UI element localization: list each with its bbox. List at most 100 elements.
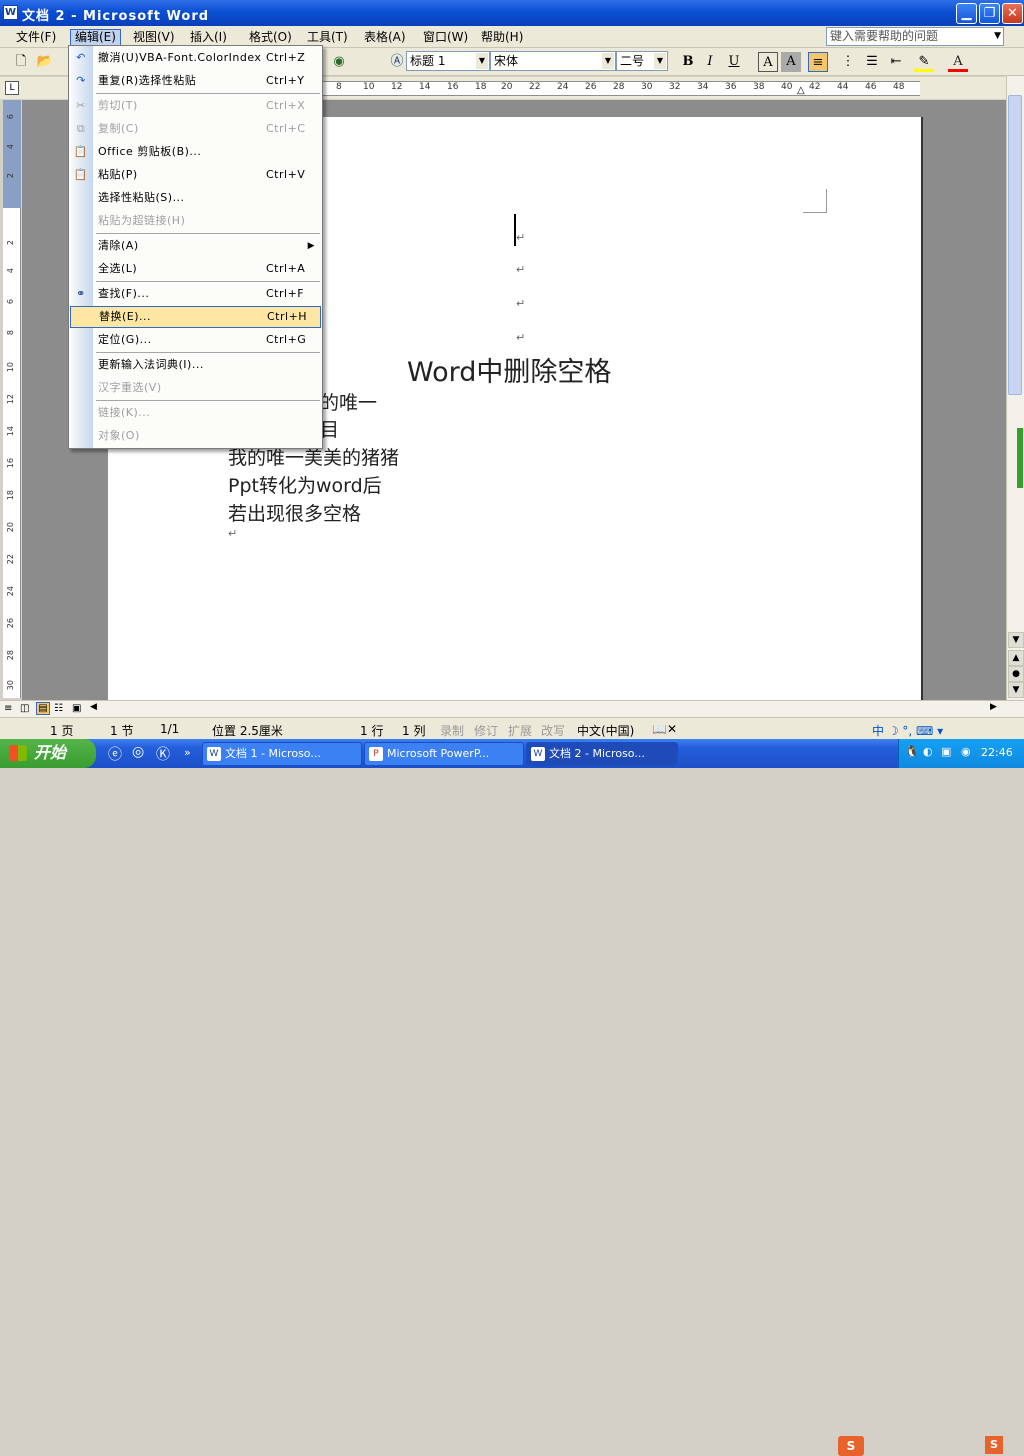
sogou-ime-icon[interactable]: S — [838, 1436, 864, 1456]
bold-button[interactable]: B — [678, 52, 698, 72]
chevron-down-icon[interactable]: ▼ — [602, 53, 614, 69]
ime-toolbar-icon[interactable]: 中 ☽ °, ⌨ ▾ — [872, 722, 943, 739]
menu-insert[interactable]: 插入(I) — [186, 29, 231, 46]
start-button[interactable]: 开始 — [0, 739, 96, 768]
taskbar-item[interactable]: P Microsoft PowerP... — [364, 742, 524, 766]
browser-quicklaunch-icon[interactable]: ◎ — [132, 744, 144, 760]
menu-view[interactable]: 视图(V) — [129, 29, 179, 46]
document-line[interactable]: 若出现很多空格 — [228, 499, 361, 526]
menu-item-office-clipboard[interactable]: 📋 Office 剪贴板(B)... — [70, 141, 321, 163]
taskbar-item[interactable]: W 文档 1 - Microso... — [202, 742, 362, 766]
security-icon[interactable]: ◉ — [961, 745, 971, 758]
previous-page-icon[interactable]: ▲ — [1008, 650, 1024, 666]
close-button[interactable]: ✕ — [1002, 3, 1023, 24]
print-view-icon[interactable]: ▤ — [36, 702, 50, 715]
qq-icon[interactable]: 🐧 — [905, 745, 919, 758]
network-icon[interactable]: ▣ — [941, 745, 951, 758]
minimize-button[interactable]: ▁ — [956, 3, 977, 24]
menu-item-label: 全选(L) — [98, 262, 138, 275]
scroll-down-icon[interactable]: ▼ — [1008, 632, 1024, 648]
title-bar: W 文档 2 - Microsoft Word ▁ ❐ ✕ — [0, 0, 1024, 26]
decrease-indent-icon[interactable]: ⇤ — [886, 52, 906, 72]
styles-pane-icon[interactable]: Ⓐ — [388, 53, 406, 71]
menu-format[interactable]: 格式(O) — [245, 29, 296, 46]
ime-skin-icon[interactable]: S — [985, 1436, 1003, 1454]
menu-item-goto[interactable]: 定位(G)... Ctrl+G — [70, 329, 321, 351]
char-shading-icon[interactable]: A — [781, 52, 801, 72]
scroll-thumb[interactable] — [1008, 95, 1022, 395]
restore-button[interactable]: ❐ — [979, 3, 1000, 24]
menu-item-redo[interactable]: ↷ 重复(R)选择性粘贴 Ctrl+Y — [70, 70, 321, 92]
bullet-list-icon[interactable]: ☰ — [862, 52, 882, 72]
quicklaunch-icon[interactable]: Ⓚ — [156, 744, 170, 764]
word-app-icon[interactable]: W — [3, 5, 18, 20]
align-justify-icon[interactable]: ≡ — [808, 52, 828, 72]
browse-object-icon[interactable]: ● — [1008, 666, 1024, 682]
ie-quicklaunch-icon[interactable]: ⓔ — [108, 744, 122, 764]
document-line[interactable]: 的唯一 — [320, 388, 377, 415]
menu-item-select-all[interactable]: 全选(L) Ctrl+A — [70, 258, 321, 280]
new-document-icon[interactable]: 🗋 — [12, 53, 30, 71]
paragraph-mark-icon: ↵ — [516, 297, 526, 310]
chevron-down-icon[interactable]: ▼ — [654, 53, 666, 69]
underline-button[interactable]: U — [724, 52, 744, 72]
document-line[interactable]: Ppt转化为word后 — [228, 471, 382, 498]
menu-file[interactable]: 文件(F) — [12, 29, 60, 46]
menu-item-paste-hyperlink[interactable]: 粘贴为超链接(H) — [70, 210, 321, 232]
status-overtype[interactable]: 改写 — [541, 722, 565, 739]
font-size-value: 二号 — [620, 54, 645, 68]
open-folder-icon[interactable]: 📂 — [36, 53, 54, 71]
paragraph-mark-icon: ↵ — [228, 527, 238, 540]
style-combo[interactable]: 标题 1 ▼ — [406, 51, 490, 71]
clock[interactable]: 22:46 — [981, 746, 1013, 759]
menu-item-undo[interactable]: ↶ 撤消(U)VBA-Font.ColorIndex Ctrl+Z — [70, 47, 321, 69]
tray-app-icon[interactable]: ◐ — [923, 745, 933, 758]
web-view-icon[interactable]: ◫ — [20, 703, 29, 714]
menu-table[interactable]: 表格(A) — [360, 29, 410, 46]
right-indent-marker-icon[interactable]: △ — [797, 85, 805, 96]
scroll-right-icon[interactable]: ▶ — [990, 702, 997, 712]
menu-item-paste[interactable]: 📋 粘贴(P) Ctrl+V — [70, 164, 321, 186]
menu-help[interactable]: 帮助(H) — [477, 29, 527, 46]
menu-item-replace[interactable]: 替换(E)... Ctrl+H — [70, 306, 321, 328]
status-track-changes[interactable]: 修订 — [474, 722, 498, 739]
chevron-down-icon[interactable]: ▼ — [994, 28, 1001, 45]
scroll-left-icon[interactable]: ◀ — [90, 702, 97, 712]
font-color-icon[interactable]: A — [948, 52, 968, 72]
chevron-down-icon[interactable]: ▼ — [476, 53, 488, 69]
italic-button[interactable]: I — [700, 52, 720, 72]
highlight-icon[interactable]: ✎ — [914, 52, 934, 72]
menu-item-object[interactable]: 对象(O) — [70, 425, 321, 447]
status-extend[interactable]: 扩展 — [508, 722, 532, 739]
menu-item-cut[interactable]: ✂ 剪切(T) Ctrl+X — [70, 95, 321, 117]
menu-item-update-ime-dictionary[interactable]: 更新输入法词典(I)... — [70, 354, 321, 376]
menu-item-clear[interactable]: 清除(A) ▶ — [70, 235, 321, 257]
menu-item-paste-special[interactable]: 选择性粘贴(S)... — [70, 187, 321, 209]
horizontal-scrollbar[interactable]: ≡ ◫ ▤ ☷ ▣ ◀ ▶ — [0, 700, 1024, 717]
spelling-status-icon[interactable]: 📖✕ — [652, 722, 677, 736]
document-heading[interactable]: Word中删除空格 — [407, 350, 611, 389]
numbered-list-icon[interactable]: ⋮ — [838, 52, 858, 72]
menu-tools[interactable]: 工具(T) — [303, 29, 352, 46]
outline-view-icon[interactable]: ☷ — [54, 703, 63, 714]
font-size-combo[interactable]: 二号 ▼ — [616, 51, 668, 71]
reading-view-icon[interactable]: ▣ — [72, 703, 81, 714]
taskbar-item[interactable]: W 文档 2 - Microso... — [526, 742, 678, 766]
char-border-icon[interactable]: A — [758, 52, 778, 72]
menu-window[interactable]: 窗口(W) — [419, 29, 472, 46]
menu-edit[interactable]: 编辑(E) — [70, 29, 121, 46]
menu-item-links[interactable]: 链接(K)... — [70, 402, 321, 424]
menu-item-copy[interactable]: ⧉ 复制(C) Ctrl+C — [70, 118, 321, 140]
menu-item-label: 汉字重选(V) — [98, 381, 162, 394]
quicklaunch-expand-icon[interactable]: » — [184, 746, 191, 759]
status-record[interactable]: 录制 — [440, 722, 464, 739]
menu-item-reconvert[interactable]: 汉字重选(V) — [70, 377, 321, 399]
web-icon[interactable]: ◉ — [330, 53, 348, 71]
normal-view-icon[interactable]: ≡ — [4, 703, 12, 714]
font-combo[interactable]: 宋体 ▼ — [490, 51, 616, 71]
ruler-number: 4 — [6, 144, 15, 150]
help-search-input[interactable]: 键入需要帮助的问题 ▼ — [826, 27, 1004, 46]
ruler-number: 4 — [6, 268, 15, 274]
menu-item-find[interactable]: ⚭ 查找(F)... Ctrl+F — [70, 283, 321, 305]
next-page-icon[interactable]: ▼ — [1008, 682, 1024, 698]
